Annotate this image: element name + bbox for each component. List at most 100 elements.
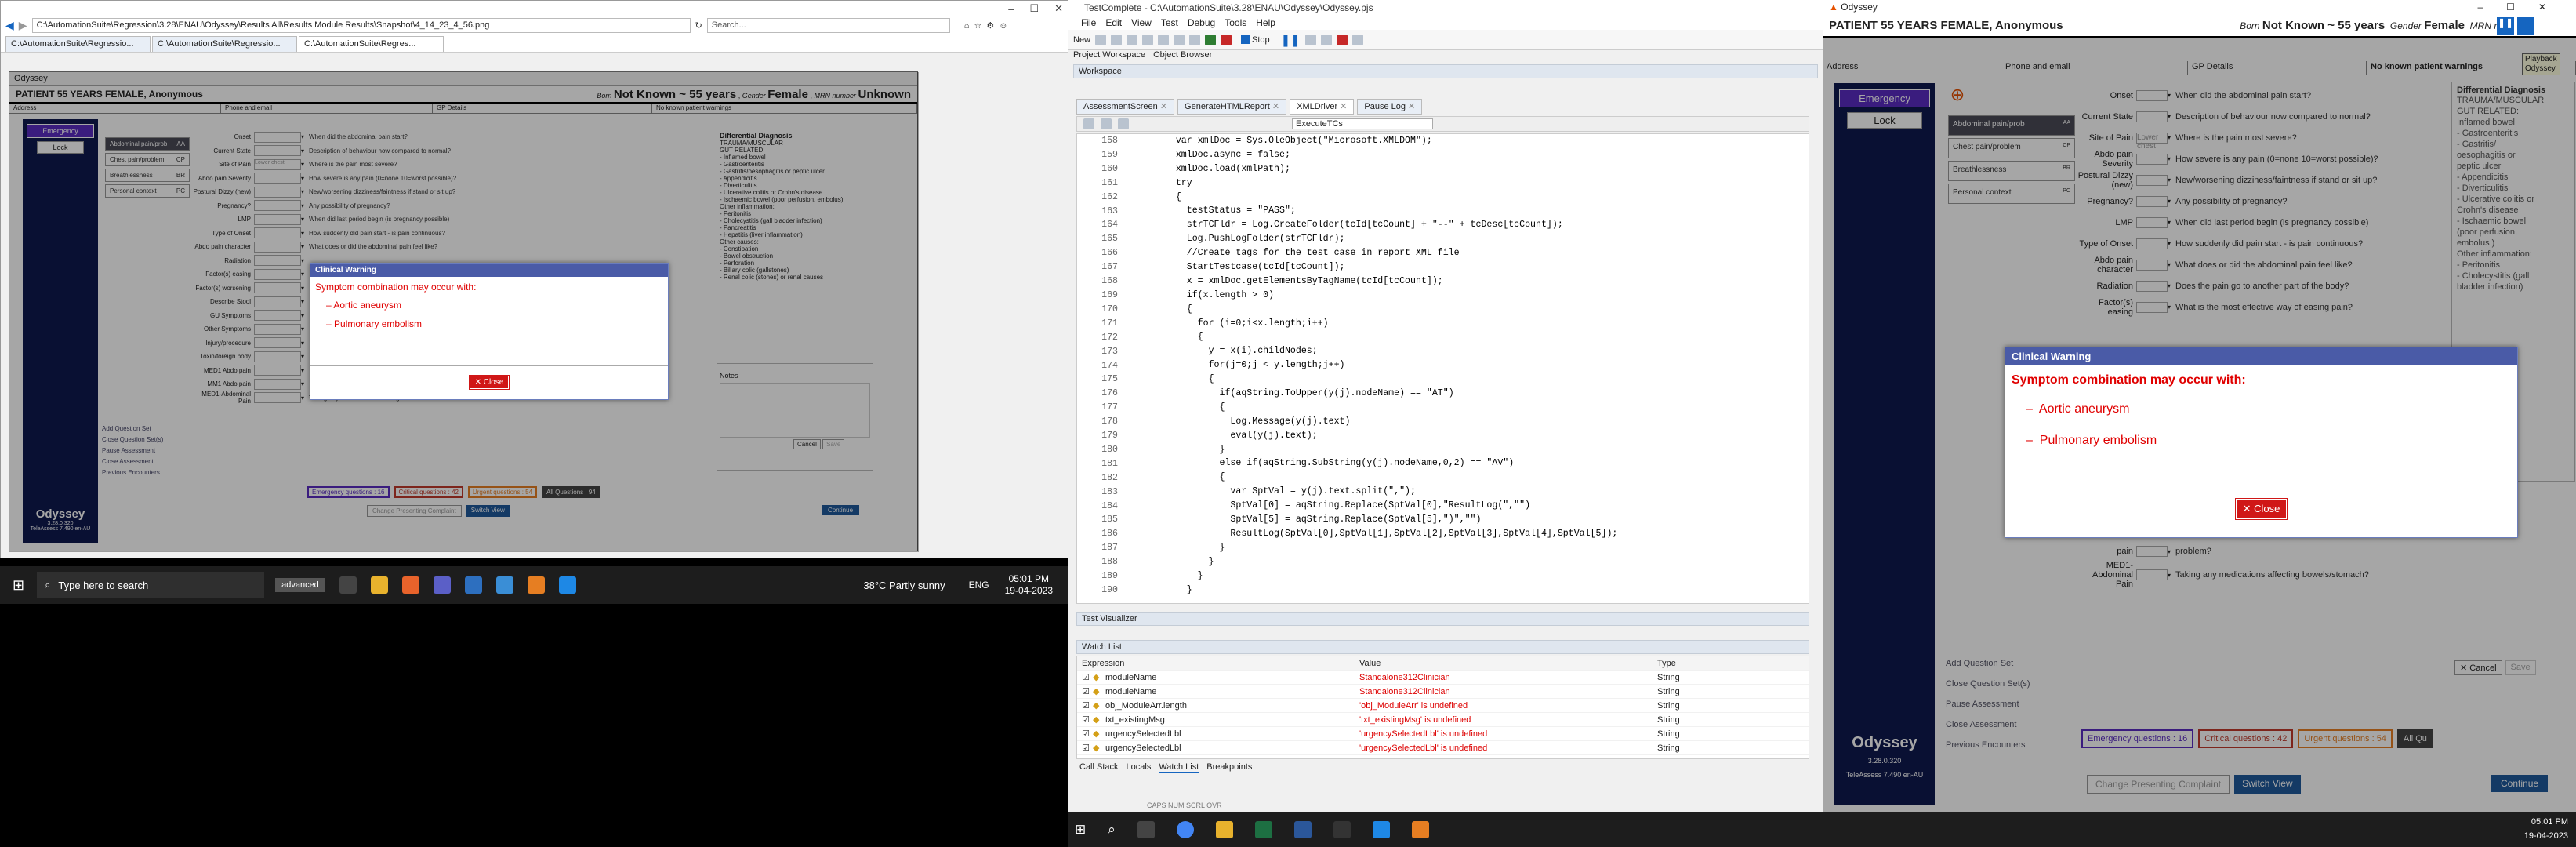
code-line[interactable]: x = xmlDoc.getElementsByTagName(tcId[tcC… xyxy=(1154,274,1617,289)
new-button[interactable]: New xyxy=(1073,35,1090,45)
col-expression[interactable]: Expression xyxy=(1077,659,1359,668)
maximize-button[interactable]: ☐ xyxy=(1029,2,1039,15)
code-line[interactable]: var SptVal = y(j).text.split(","); xyxy=(1154,485,1617,499)
doc-tab[interactable]: XMLDriver ✕ xyxy=(1290,99,1355,115)
chrome-icon[interactable] xyxy=(1176,821,1194,838)
outlook-icon[interactable] xyxy=(527,576,545,594)
dialog-close-button[interactable]: ✕ Close xyxy=(468,375,510,390)
menu-item[interactable]: Help xyxy=(1256,17,1275,28)
app-icon[interactable] xyxy=(1372,821,1390,838)
back-icon[interactable]: ◀ xyxy=(5,19,14,32)
code-line[interactable]: ResultLog(SptVal[0],SptVal[1],SptVal[2],… xyxy=(1154,527,1617,541)
smiley-icon[interactable]: ☺ xyxy=(999,21,1007,31)
code-line[interactable]: { xyxy=(1154,303,1617,317)
step-icon[interactable] xyxy=(1304,34,1316,45)
refresh-icon[interactable]: ↻ xyxy=(695,20,702,31)
code-line[interactable]: Log.Message(y(j).text) xyxy=(1154,415,1617,429)
home-icon[interactable]: ⌂ xyxy=(964,21,970,31)
windows-start-icon[interactable]: ⊞ xyxy=(13,577,24,594)
code-line[interactable]: { xyxy=(1154,373,1617,387)
code-line[interactable]: for (i=0;i<x.length;i++) xyxy=(1154,317,1617,331)
ie-tab-3[interactable]: C:\AutomationSuite\Regres... xyxy=(299,36,444,52)
file-explorer-icon[interactable] xyxy=(370,576,388,594)
close-tab-icon[interactable]: ✕ xyxy=(1270,102,1279,111)
bottom-tab[interactable]: Locals xyxy=(1127,762,1152,773)
redo-icon[interactable] xyxy=(1189,34,1201,45)
code-line[interactable]: { xyxy=(1154,191,1617,205)
menu-item[interactable]: View xyxy=(1131,17,1152,28)
code-line[interactable]: for(j=0;j < y.length;j++) xyxy=(1154,358,1617,373)
code-line[interactable]: { xyxy=(1154,330,1617,344)
test-visualizer-header[interactable]: Test Visualizer xyxy=(1076,612,1809,626)
run-icon[interactable] xyxy=(1205,34,1217,45)
ie-tab-1[interactable]: C:\AutomationSuite\Regressio... xyxy=(5,36,151,52)
watch-row[interactable]: ☑ ◆ urgencySelectedLbl 'urgencySelectedLbl'… xyxy=(1077,727,1809,741)
settings-gear-icon[interactable]: ⚙ xyxy=(986,20,994,31)
close-tab-icon[interactable]: ✕ xyxy=(1158,102,1167,111)
menu-item[interactable]: Debug xyxy=(1188,17,1215,28)
forward-icon[interactable]: ▶ xyxy=(19,19,27,32)
watch-row[interactable]: ☑ ◆ obj_ModuleArr.length 'obj_ModuleArr' is… xyxy=(1077,699,1809,713)
teams-icon[interactable] xyxy=(433,576,451,594)
word-icon[interactable] xyxy=(1293,821,1312,838)
copy-icon[interactable] xyxy=(1142,34,1154,45)
code-line[interactable]: xmlDoc.load(xmlPath); xyxy=(1154,162,1617,176)
code-line[interactable]: eval(y(j).text); xyxy=(1154,429,1617,443)
excel-icon[interactable] xyxy=(1254,821,1272,838)
undo-icon[interactable] xyxy=(1174,34,1185,45)
code-line[interactable]: { xyxy=(1154,471,1617,485)
comment-icon[interactable] xyxy=(1118,118,1129,129)
col-type[interactable]: Type xyxy=(1657,659,1676,668)
indent-icon[interactable] xyxy=(1083,118,1094,129)
code-line[interactable]: testStatus = "PASS"; xyxy=(1154,204,1617,218)
menu-item[interactable]: Edit xyxy=(1105,17,1122,28)
pause-icon[interactable]: ❚❚ xyxy=(1281,33,1301,47)
close-window-button[interactable]: ✕ xyxy=(1054,2,1063,15)
code-line[interactable]: else if(aqString.SubString(y(j).nodeName… xyxy=(1154,456,1617,471)
col-value[interactable]: Value xyxy=(1359,659,1657,668)
pause-icon[interactable]: ❚❚ xyxy=(2497,17,2514,35)
code-line[interactable]: Log.PushLogFolder(strTCFldr); xyxy=(1154,232,1617,246)
tool-icon[interactable] xyxy=(1351,34,1363,45)
weather[interactable]: 38°C Partly sunny xyxy=(863,580,945,591)
breakpoint-icon[interactable] xyxy=(1336,34,1348,45)
code-line[interactable]: strTCFldr = Log.CreateFolder(tcId[tcCoun… xyxy=(1154,218,1617,232)
cut-icon[interactable] xyxy=(1127,34,1138,45)
code-line[interactable]: } xyxy=(1154,541,1617,555)
code-line[interactable]: } xyxy=(1154,443,1617,457)
minimize-button[interactable]: – xyxy=(1008,3,1014,15)
clock[interactable]: 05:01 PM 19-04-2023 xyxy=(1005,573,1053,597)
stop-icon[interactable] xyxy=(2517,17,2534,35)
testcomplete-icon[interactable] xyxy=(1411,821,1429,838)
window-controls[interactable]: –☐✕ xyxy=(2478,2,2571,13)
code-line[interactable]: } xyxy=(1154,583,1617,598)
bottom-tab[interactable]: Watch List xyxy=(1159,762,1199,773)
code-line[interactable]: y = x(i).childNodes; xyxy=(1154,344,1617,358)
internet-explorer-icon[interactable] xyxy=(558,576,576,594)
outdent-icon[interactable] xyxy=(1101,118,1112,129)
menu-item[interactable]: Tools xyxy=(1225,17,1246,28)
code-line[interactable]: var xmlDoc = Sys.OleObject("Microsoft.XM… xyxy=(1154,134,1617,148)
code-line[interactable]: StartTestcase(tcId[tcCount]); xyxy=(1154,260,1617,274)
code-line[interactable]: try xyxy=(1154,176,1617,191)
code-editor[interactable]: 158 159 160 161 162 163 164 165 166 167 168 169 170 1… xyxy=(1076,133,1809,604)
checkbox-icon[interactable]: ☑ xyxy=(1077,686,1093,696)
code-line[interactable]: } xyxy=(1154,555,1617,569)
language[interactable]: ENG xyxy=(969,580,989,591)
menu-item[interactable]: File xyxy=(1081,17,1096,28)
bottom-tab[interactable]: Call Stack xyxy=(1079,762,1119,773)
doc-tab[interactable]: Pause Log ✕ xyxy=(1357,99,1423,115)
terminal-icon[interactable] xyxy=(1333,821,1351,838)
watch-row[interactable]: ☑ ◆ moduleName Standalone312Clinician String xyxy=(1077,671,1809,685)
code-line[interactable]: SptVal[5] = aqString.Replace(SptVal[5],"… xyxy=(1154,513,1617,527)
code-line[interactable]: SptVal[0] = aqString.Replace(SptVal[0],"… xyxy=(1154,499,1617,513)
taskbar-search[interactable]: ⌕ Type here to search xyxy=(37,572,265,598)
doc-tab[interactable]: AssessmentScreen ✕ xyxy=(1076,99,1175,115)
app-icon-2[interactable] xyxy=(495,576,513,594)
code-line[interactable]: //Create tags for the test case in repor… xyxy=(1154,246,1617,260)
task-view-icon[interactable] xyxy=(1137,821,1155,838)
close-tab-icon[interactable]: ✕ xyxy=(1406,102,1415,111)
dialog-close-button[interactable]: ✕ Close xyxy=(2234,498,2288,520)
record-icon[interactable] xyxy=(1221,34,1232,45)
menu-item[interactable]: Test xyxy=(1161,17,1178,28)
